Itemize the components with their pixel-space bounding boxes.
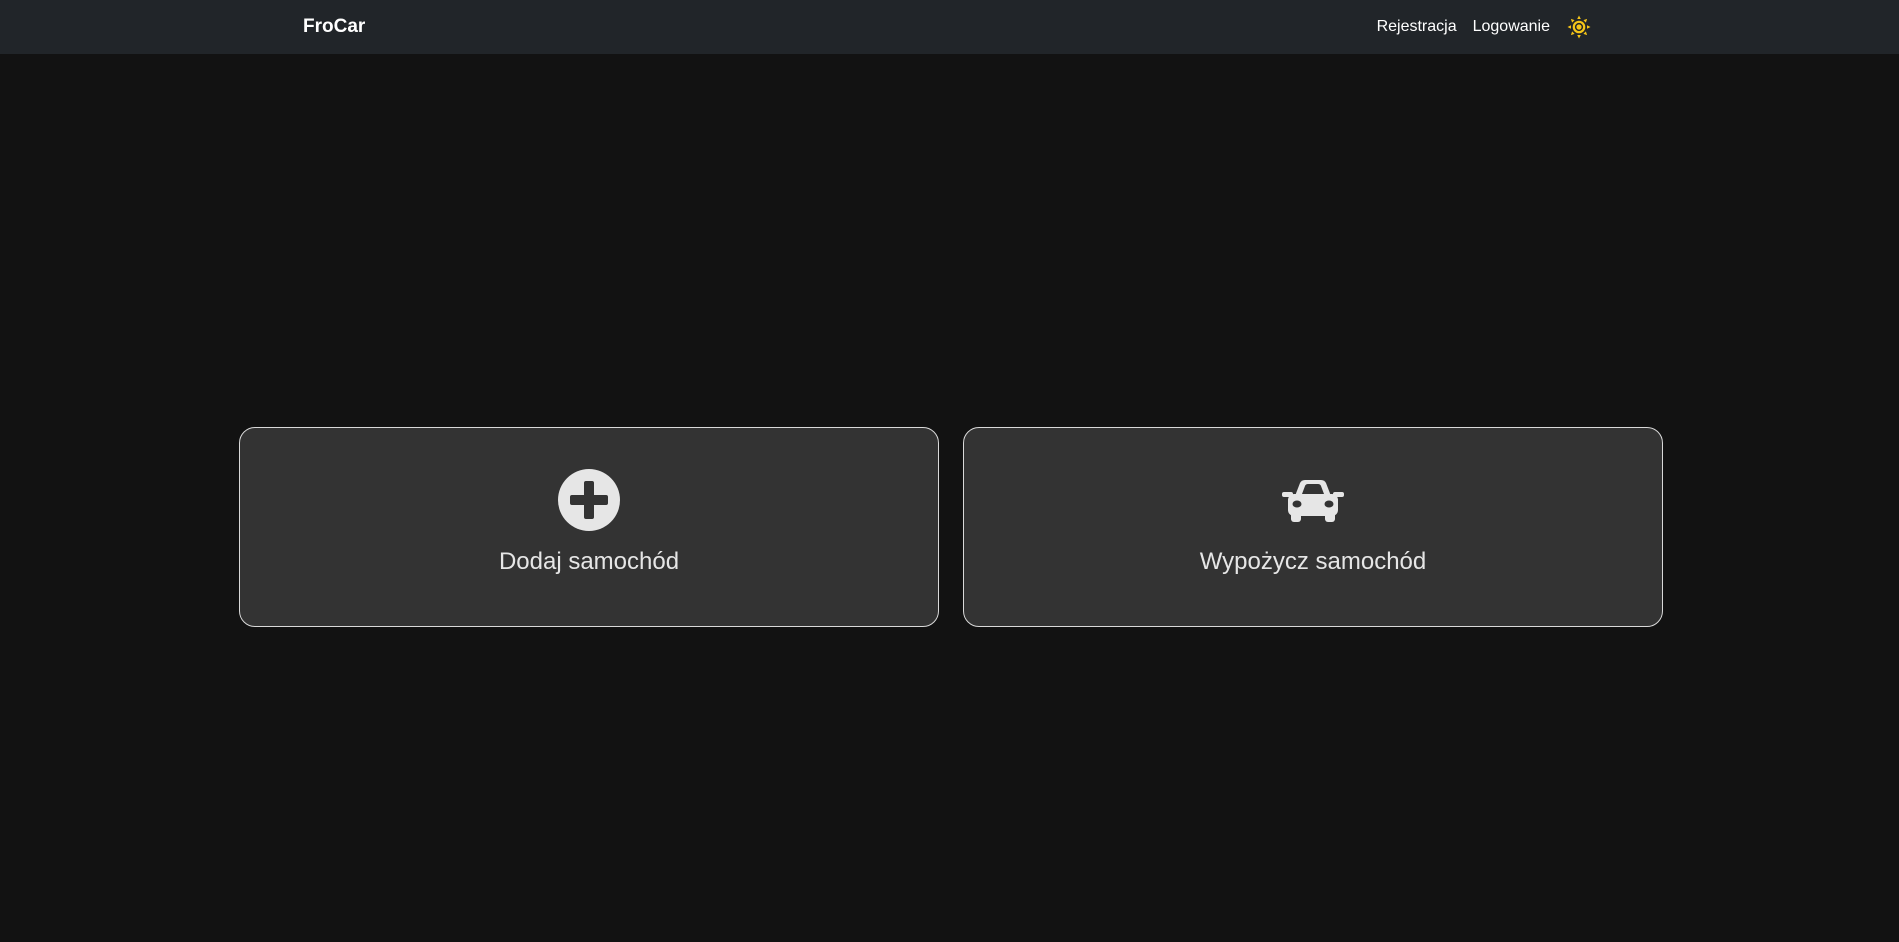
add-car-label: Dodaj samochód: [498, 548, 680, 575]
top-navbar: FroCar Rejestracja Logowanie: [0, 0, 1899, 54]
theme-toggle-button[interactable]: [1566, 14, 1592, 40]
rent-car-label: Wypożycz samochód: [1199, 548, 1427, 575]
add-car-card[interactable]: Dodaj samochód: [239, 427, 939, 627]
plus-circle-icon: [557, 468, 621, 532]
register-link[interactable]: Rejestracja: [1377, 17, 1457, 37]
action-cards: Dodaj samochód Wypożycz samochód: [239, 427, 1664, 627]
sun-icon: [1567, 15, 1591, 39]
car-icon: [1281, 468, 1345, 532]
rent-car-card[interactable]: Wypożycz samochód: [963, 427, 1663, 627]
nav-links: Rejestracja Logowanie: [1377, 13, 1592, 41]
login-link[interactable]: Logowanie: [1473, 17, 1550, 37]
brand-logo-link[interactable]: FroCar: [303, 16, 365, 38]
